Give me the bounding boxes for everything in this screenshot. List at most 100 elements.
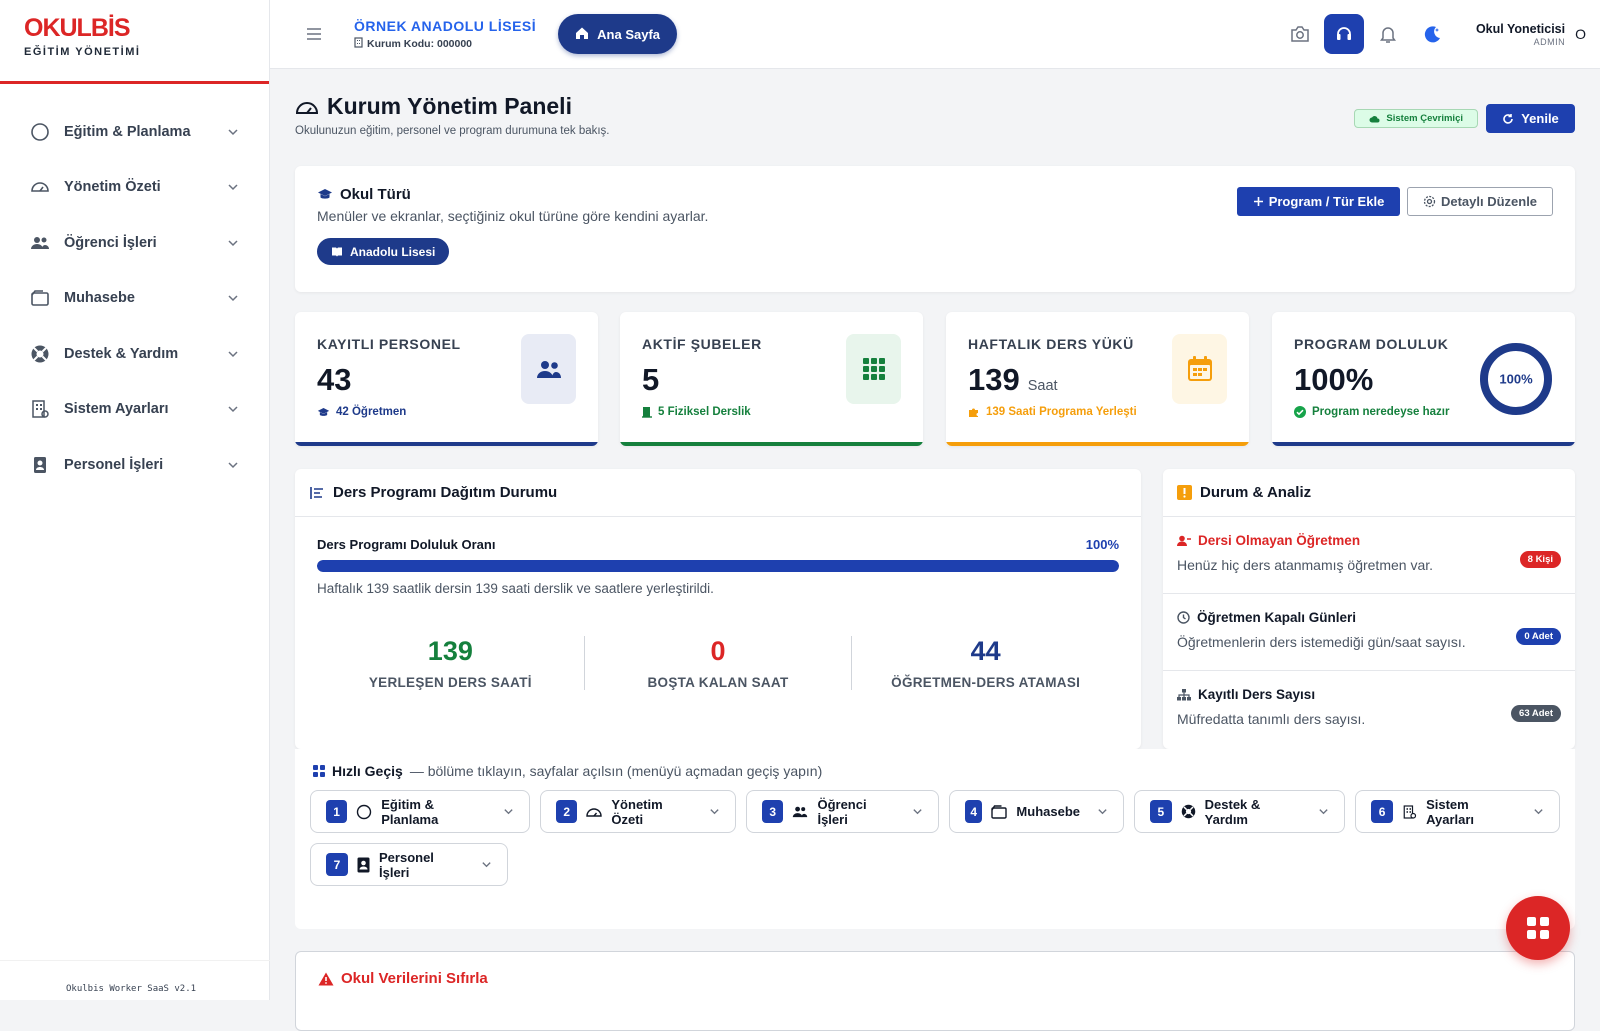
metric-idle-hours: 0 BOŞTA KALAN SAAT <box>583 636 852 690</box>
puzzle-icon <box>968 406 980 418</box>
quick-nav-header: Hızlı Geçiş — bölüme tıklayın, sayfalar … <box>313 763 1560 779</box>
menu-toggle-icon[interactable] <box>306 27 322 41</box>
quick-nav-label: Öğrenci İşleri <box>817 796 867 827</box>
chevron-down-icon <box>227 348 239 360</box>
apps-fab-button[interactable] <box>1506 896 1570 960</box>
status-badge: Sistem Çevrimiçi <box>1354 109 1478 128</box>
stat-card-ders-yuku[interactable]: HAFTALIK DERS YÜKÜ 139 Saat 139 Saati Pro… <box>946 312 1249 446</box>
quick-nav-card: Hızlı Geçiş — bölüme tıklayın, sayfalar … <box>295 749 1575 929</box>
school-info: ÖRNEK ANADOLU LİSESİ Kurum Kodu: 000000 <box>354 18 536 51</box>
status-label: Sistem Çevrimiçi <box>1386 113 1463 124</box>
warning-square-icon <box>1177 485 1192 500</box>
sidebar-nav: Eğitim & Planlama Yönetim Özeti Öğrenci … <box>0 84 269 493</box>
quick-nav-item[interactable]: 2 Yönetim Özeti <box>540 790 736 833</box>
sidebar-item-muhasebe[interactable]: Muhasebe <box>0 271 269 327</box>
analysis-item-closed-days[interactable]: Öğretmen Kapalı Günleri Öğretmenlerin de… <box>1163 594 1575 671</box>
stat-foot-text: 42 Öğretmen <box>336 406 407 418</box>
sidebar-item-egitim-planlama[interactable]: Eğitim & Planlama <box>0 104 269 160</box>
quick-nav-item[interactable]: 3 Öğrenci İşleri <box>746 790 939 833</box>
quick-nav-number: 2 <box>556 800 578 823</box>
moon-icon[interactable] <box>1412 14 1452 54</box>
school-code: Kurum Kodu: 000000 <box>354 36 536 51</box>
add-program-button[interactable]: Program / Tür Ekle <box>1237 187 1400 216</box>
lifebuoy-icon <box>30 344 50 364</box>
edit-details-label: Detaylı Düzenle <box>1440 194 1538 209</box>
page-subtitle: Okulunuzun eğitim, personel ve program d… <box>295 125 610 137</box>
stat-accent-bar <box>620 442 923 446</box>
stat-foot-text: Program neredeyse hazır <box>1312 406 1450 418</box>
stat-foot-text: 139 Saati Programa Yerleşti <box>986 406 1137 418</box>
headset-icon[interactable] <box>1323 14 1364 54</box>
metric-value: 44 <box>970 636 1001 666</box>
grid-icon <box>313 765 325 777</box>
distribution-title: Ders Programı Dağıtım Durumu <box>333 484 558 501</box>
circle-icon <box>356 804 372 820</box>
brand[interactable]: OKULBİS EĞİTİM YÖNETİMİ <box>0 0 269 84</box>
plus-icon <box>1253 196 1264 207</box>
quick-nav-label: Muhasebe <box>1016 804 1080 819</box>
quick-nav-item[interactable]: 6 Sistem Ayarları <box>1355 790 1560 833</box>
add-program-label: Program / Tür Ekle <box>1268 194 1385 209</box>
quick-nav-number: 5 <box>1150 800 1172 823</box>
sidebar-item-label: Yönetim Özeti <box>64 179 161 196</box>
quick-nav-label: Destek & Yardım <box>1204 796 1261 827</box>
home-button[interactable]: Ana Sayfa <box>558 14 678 54</box>
analysis-card: Durum & Analiz Dersi Olmayan Öğretmen He… <box>1163 469 1575 749</box>
users-icon <box>521 334 576 404</box>
sidebar-item-yonetim-ozeti[interactable]: Yönetim Özeti <box>0 160 269 216</box>
quick-nav-number: 3 <box>762 800 784 823</box>
list-icon <box>309 485 325 501</box>
sidebar-item-destek-yardim[interactable]: Destek & Yardım <box>0 326 269 382</box>
metric-label: ÖĞRETMEN-DERS ATAMASI <box>891 675 1081 690</box>
quick-nav-label: Eğitim & Planlama <box>381 796 439 827</box>
stat-accent-bar <box>295 442 598 446</box>
school-type-title: Okul Türü <box>340 186 411 203</box>
building-icon <box>1402 804 1417 820</box>
quick-nav-label: Sistem Ayarları <box>1426 796 1475 827</box>
school-type-subtitle: Menüler ve ekranlar, seçtiğiniz okul tür… <box>317 208 709 224</box>
avatar[interactable]: O <box>1575 26 1586 42</box>
progress-value: 100% <box>1085 537 1119 552</box>
analysis-item-lesson-count[interactable]: Kayıtlı Ders Sayısı Müfredatta tanımlı d… <box>1163 671 1575 748</box>
analysis-item-no-lesson[interactable]: Dersi Olmayan Öğretmen Henüz hiç ders at… <box>1163 517 1575 594</box>
lifebuoy-icon <box>1181 804 1196 819</box>
quick-nav-item[interactable]: 7 Personel İşleri <box>310 843 508 886</box>
progress-track <box>317 560 1119 572</box>
quick-nav-item[interactable]: 1 Eğitim & Planlama <box>310 790 530 833</box>
stat-number: 100% <box>1294 362 1374 397</box>
refresh-button[interactable]: Yenile <box>1486 104 1575 133</box>
camera-icon[interactable] <box>1280 14 1320 54</box>
sidebar-item-personel-isleri[interactable]: Personel İşleri <box>0 437 269 493</box>
sidebar-footer: Okulbis Worker SaaS v2.1 <box>0 960 270 1000</box>
stat-number: 43 <box>317 362 352 397</box>
quick-nav-item[interactable]: 4 Muhasebe <box>949 790 1124 833</box>
graduation-cap-icon <box>317 407 330 418</box>
metric-placed-hours: 139 YERLEŞEN DERS SAATİ <box>317 636 584 690</box>
distribution-body: Ders Programı Doluluk Oranı 100% Haftalı… <box>295 517 1141 710</box>
sidebar-item-ogrenci-isleri[interactable]: Öğrenci İşleri <box>0 215 269 271</box>
gauge-icon <box>586 805 603 819</box>
chevron-down-icon <box>227 403 239 415</box>
home-button-label: Ana Sayfa <box>597 26 661 42</box>
calendar-icon <box>1172 334 1227 404</box>
stat-foot: 42 Öğretmen <box>317 406 576 418</box>
page-title-wrap: Kurum Yönetim Paneli <box>295 93 572 120</box>
quick-nav-item[interactable]: 5 Destek & Yardım <box>1134 790 1345 833</box>
warning-triangle-icon <box>318 972 334 986</box>
edit-details-button[interactable]: Detaylı Düzenle <box>1407 187 1553 216</box>
stat-card-subeler[interactable]: AKTİF ŞUBELER 5 5 Fiziksel Derslik <box>620 312 923 446</box>
progress-ring-label: 100% <box>1499 372 1533 387</box>
stat-number: 5 <box>642 362 660 397</box>
analysis-title: Durum & Analiz <box>1200 484 1312 501</box>
chevron-down-icon <box>227 126 239 138</box>
chevron-down-icon <box>1318 806 1329 817</box>
user-profile[interactable]: Okul Yoneticisi ADMIN <box>1476 22 1575 47</box>
sidebar-item-sistem-ayarlari[interactable]: Sistem Ayarları <box>0 382 269 438</box>
stat-card-doluluk[interactable]: PROGRAM DOLULUK 100% Program neredeyse h… <box>1272 312 1575 446</box>
analysis-item-desc: Öğretmenlerin ders istemediği gün/saat s… <box>1177 634 1466 650</box>
bell-icon[interactable] <box>1368 14 1408 54</box>
stat-card-personel[interactable]: KAYITLI PERSONEL 43 42 Öğretmen <box>295 312 598 446</box>
quick-nav-hint: — bölüme tıklayın, sayfalar açılsın (men… <box>409 763 823 779</box>
wallet-icon <box>30 288 50 308</box>
school-type-selected[interactable]: Anadolu Lisesi <box>317 238 450 265</box>
